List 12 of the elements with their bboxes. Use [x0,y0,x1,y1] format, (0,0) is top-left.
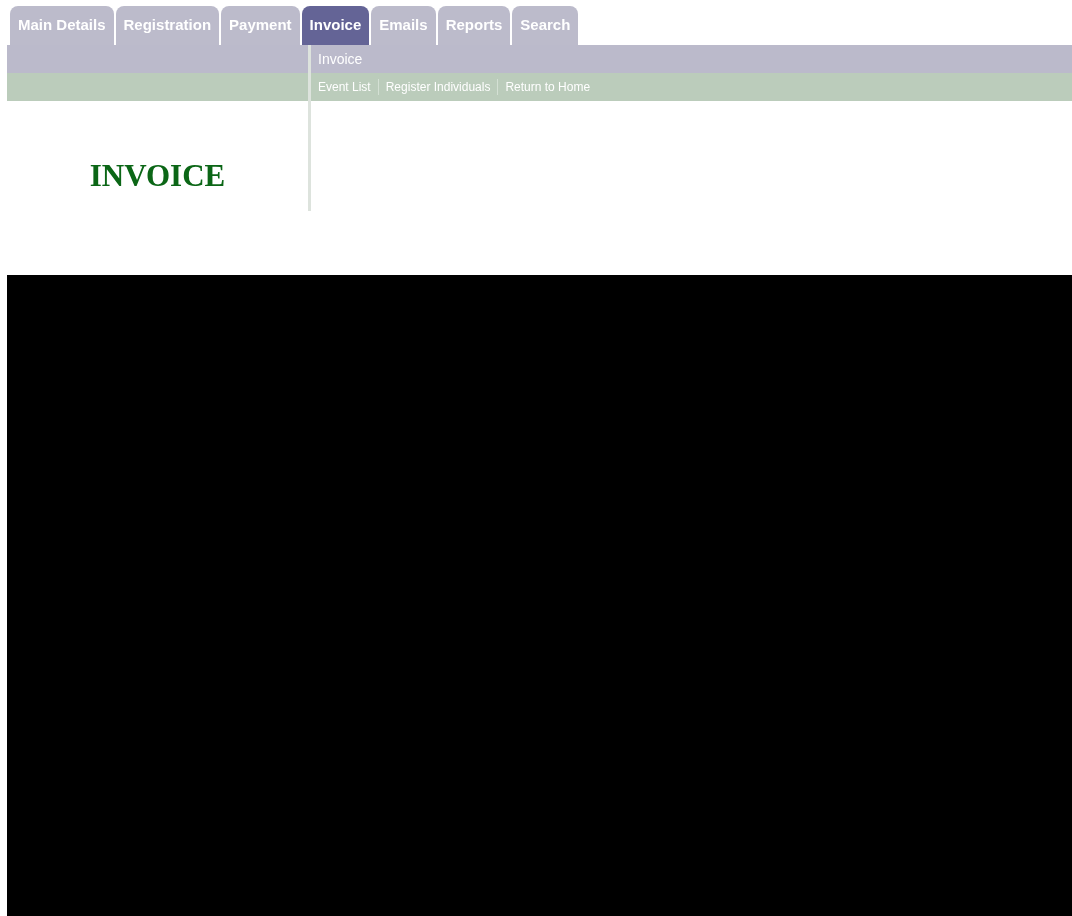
invoice-heading: INVOICE [89,156,226,195]
page-title: Invoice [318,49,363,69]
tab[interactable]: Registration [115,6,220,45]
tab[interactable]: Invoice [301,6,370,45]
nav-link[interactable]: Return to Home [505,78,591,96]
nav-link[interactable]: Event List [318,78,371,96]
tab[interactable]: Main Details [10,6,114,45]
tab[interactable]: Emails [371,6,436,45]
nav-link[interactable]: Register Individuals [385,78,491,96]
tab[interactable]: Reports [437,6,511,45]
tab[interactable]: Payment [221,6,300,45]
tab[interactable]: Search [512,6,579,45]
